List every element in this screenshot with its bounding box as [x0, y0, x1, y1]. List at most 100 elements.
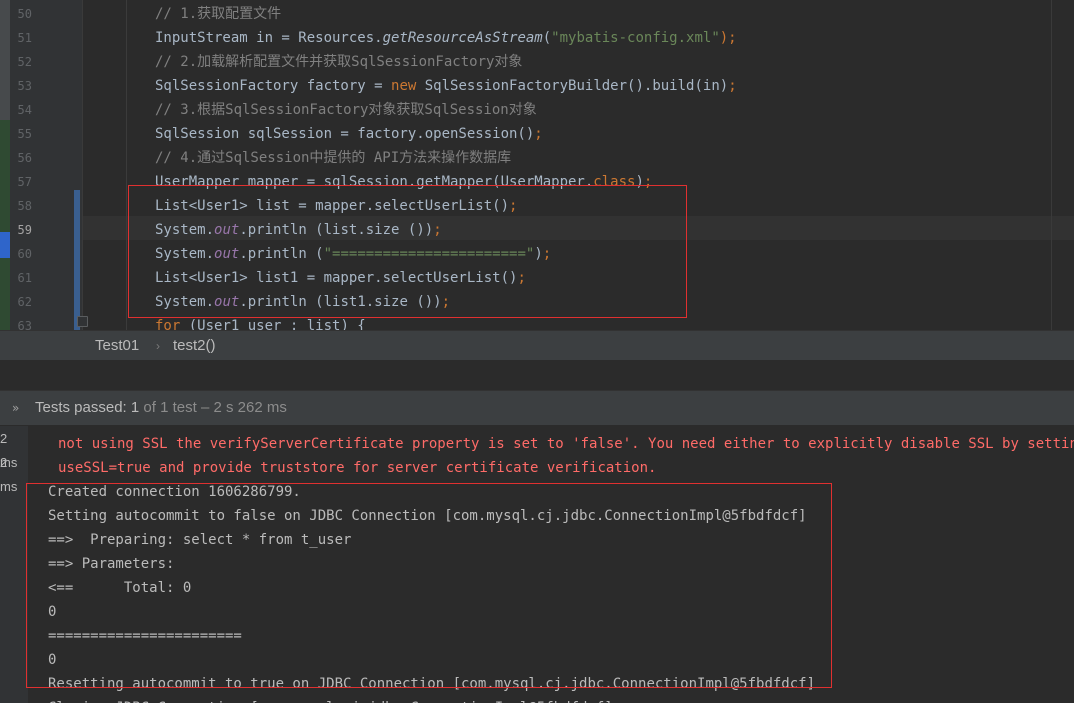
code-token: UserMapper mapper = sqlSession.getMapper… [155, 174, 594, 190]
code-token: List<User1> list = mapper.selectUserList… [155, 198, 510, 214]
line-number: 56 [17, 151, 32, 165]
line-number: 61 [17, 271, 32, 285]
code-line[interactable]: 58 List<User1> list = mapper.selectUserLi… [0, 194, 1074, 218]
code-line[interactable]: 50 // 1.获取配置文件 [0, 2, 1074, 26]
code-token: ); [719, 30, 737, 46]
console-output-line: ==> Preparing: select * from t_user [48, 532, 352, 548]
code-text: List<User1> list = mapper.selectUserList… [155, 194, 517, 218]
code-token: List<User1> list1 = mapper.selectUserLis… [155, 270, 518, 286]
code-token: ; [542, 246, 552, 262]
code-token: out [214, 294, 240, 310]
code-token: ; [433, 222, 442, 238]
code-token: // 3.根据SqlSessionFactory对象获取SqlSession对象 [155, 102, 537, 118]
code-text: for (User1 user : list) { [155, 314, 366, 330]
code-token: .println (list1.size ()) [239, 294, 442, 310]
code-line[interactable]: 51 InputStream in = Resources.getResource… [0, 26, 1074, 50]
console-output-line: 0 [48, 652, 57, 668]
console-output-line: ======================= [48, 628, 242, 644]
console-output-line: 0 [48, 604, 57, 620]
code-token: InputStream in = Resources. [155, 30, 383, 46]
code-token: // 4.通过SqlSession中提供的 API方法来操作数据库 [155, 150, 512, 166]
console-output-line: <== Total: 0 [48, 580, 192, 596]
line-number: 62 [17, 295, 32, 309]
code-token: // 1.获取配置文件 [155, 6, 282, 22]
code-line[interactable]: 57 UserMapper mapper = sqlSession.getMapp… [0, 170, 1074, 194]
code-line[interactable]: 61 List<User1> list1 = mapper.selectUserL… [0, 266, 1074, 290]
code-token: ; [728, 78, 737, 94]
code-text: SqlSessionFactory factory = new SqlSessi… [155, 74, 737, 98]
code-text: InputStream in = Resources.getResourceAs… [155, 26, 737, 50]
code-line[interactable]: 63 for (User1 user : list) { [0, 314, 1074, 330]
code-text: System.out.println ("===================… [155, 242, 551, 266]
code-token: ; [643, 174, 653, 190]
breadcrumb: Test01 › test2() [0, 330, 1074, 360]
line-number: 51 [17, 31, 32, 45]
code-line[interactable]: 59 System.out.println (list.size ()); [0, 218, 1074, 242]
line-number: 57 [17, 175, 32, 189]
code-line[interactable]: 62 System.out.println (list1.size ()); [0, 290, 1074, 314]
test-timing-column: 2 ms 2 ms [0, 426, 28, 703]
code-token: "mybatis-config.xml" [551, 30, 720, 46]
line-number: 50 [17, 7, 32, 21]
code-text: List<User1> list1 = mapper.selectUserLis… [155, 266, 526, 290]
code-token: ; [517, 270, 526, 286]
fold-icon[interactable] [77, 316, 88, 327]
code-token: ) [534, 246, 543, 262]
code-token: "=======================" [323, 246, 535, 262]
code-token: (User1 user : list) { [180, 318, 366, 330]
code-text: System.out.println (list1.size ()); [155, 290, 450, 314]
line-number: 63 [17, 319, 32, 330]
code-line[interactable]: 52 // 2.加载解析配置文件并获取SqlSessionFactory对象 [0, 50, 1074, 74]
line-number: 54 [17, 103, 32, 117]
code-token: SqlSessionFactory factory = [155, 78, 392, 94]
console-output-line: Created connection 1606286799. [48, 484, 301, 500]
code-token: SqlSession sqlSession = factory.openSess… [155, 126, 535, 142]
code-token: ; [534, 126, 543, 142]
code-text: // 1.获取配置文件 [155, 2, 281, 26]
test-status-text: Tests passed: 1 of 1 test – 2 s 262 ms [35, 399, 287, 416]
line-number: 55 [17, 127, 32, 141]
code-line[interactable]: 55 SqlSession sqlSession = factory.openSe… [0, 122, 1074, 146]
line-number: 59 [17, 223, 32, 237]
code-editor[interactable]: 50 // 1.获取配置文件 51 InputStream in = Resource… [0, 0, 1074, 330]
test-timing: 2 ms [0, 455, 18, 494]
code-token: System. [155, 246, 215, 262]
code-token: getResourceAsStream [382, 30, 543, 46]
console-output-line: ==> Parameters: [48, 556, 183, 572]
code-token: ; [509, 198, 518, 214]
code-token: System. [155, 222, 215, 238]
breadcrumb-method[interactable]: test2() [173, 331, 216, 361]
code-token: new [391, 78, 417, 94]
code-token: // 2.加载解析配置文件并获取SqlSessionFactory对象 [155, 54, 523, 70]
code-token: out [214, 222, 240, 238]
code-token: ; [441, 294, 451, 310]
code-text: SqlSession sqlSession = factory.openSess… [155, 122, 543, 146]
code-line[interactable]: 56 // 4.通过SqlSession中提供的 API方法来操作数据库 [0, 146, 1074, 170]
code-line[interactable]: 53 SqlSessionFactory factory = new SqlSes… [0, 74, 1074, 98]
console-warning-line: not using SSL the verifyServerCertificat… [58, 436, 1074, 452]
expand-icon[interactable]: » [12, 391, 19, 425]
code-text: // 4.通过SqlSession中提供的 API方法来操作数据库 [155, 146, 511, 170]
code-token: for [155, 318, 181, 330]
run-status-bar: » Tests passed: 1 of 1 test – 2 s 262 ms [0, 390, 1074, 426]
code-line[interactable]: 60 System.out.println ("=================… [0, 242, 1074, 266]
console-output-line: Setting autocommit to false on JDBC Conn… [48, 508, 807, 524]
code-token: .println (list.size ()) [239, 222, 434, 238]
code-token: System. [155, 294, 215, 310]
console-output-line: Resetting autocommit to true on JDBC Con… [48, 676, 816, 692]
code-token: ( [542, 30, 552, 46]
code-text: // 3.根据SqlSessionFactory对象获取SqlSession对象 [155, 98, 537, 122]
breadcrumb-class[interactable]: Test01 [95, 331, 139, 361]
code-token: out [214, 246, 240, 262]
console-output-line: Closing JDBC Connection [com.mysql.cj.jd… [48, 696, 613, 703]
line-number: 52 [17, 55, 32, 69]
console-output[interactable]: 2 ms 2 ms not using SSL the verifyServer… [0, 426, 1074, 703]
line-number: 53 [17, 79, 32, 93]
code-token: .println ( [239, 246, 324, 262]
line-number: 58 [17, 199, 32, 213]
code-text: // 2.加载解析配置文件并获取SqlSessionFactory对象 [155, 50, 522, 74]
code-line[interactable]: 54 // 3.根据SqlSessionFactory对象获取SqlSession… [0, 98, 1074, 122]
code-token: class [593, 174, 636, 190]
breadcrumb-separator-icon: › [156, 339, 160, 353]
code-text: UserMapper mapper = sqlSession.getMapper… [155, 170, 652, 194]
